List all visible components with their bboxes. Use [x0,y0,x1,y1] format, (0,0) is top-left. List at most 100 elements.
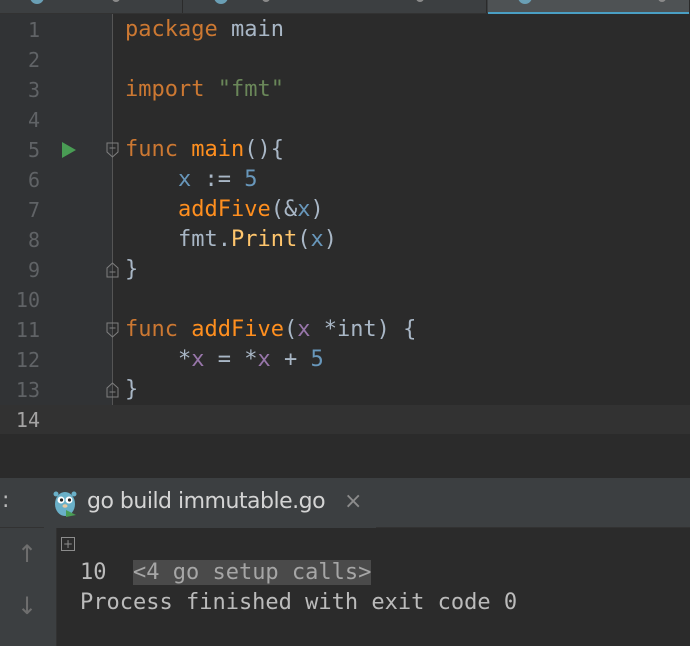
code-token: func [125,137,178,162]
code-text: package main [125,15,284,45]
code-text: x := 5 [125,165,257,195]
code-token: ) [310,197,324,222]
code-token: "fmt" [217,77,284,102]
run-panel-title-fragment: : [2,488,10,513]
code-token: x [297,317,311,342]
fold-close-icon[interactable] [106,382,119,398]
code-text: } [125,375,138,405]
run-icon[interactable] [62,142,76,158]
code-line[interactable]: 14 [0,405,690,435]
run-config-tab[interactable]: go build immutable.go × [44,478,376,528]
gopher-file-icon [30,0,44,4]
tab-label-fragment [262,0,270,2]
code-token: = * [204,347,258,372]
editor-empty-area[interactable] [0,434,690,478]
line-number: 13 [15,378,40,402]
code-text: func main(){ [125,135,284,165]
code-token: x [191,347,205,372]
console-exit-line: Process finished with exit code 0 [80,590,518,615]
code-token: 5 [244,167,258,192]
gopher-file-icon [518,0,532,4]
code-token: * [125,347,192,372]
line-number: 1 [27,18,40,42]
down-arrow-icon[interactable]: ↓ [17,592,37,620]
code-token: } [125,257,139,282]
code-token: 5 [310,347,324,372]
editor-tab[interactable] [0,0,183,13]
console-line-setup: <4 go setup calls> [80,528,372,585]
run-panel-header: : go build immutable.go × [0,478,690,528]
code-line[interactable]: 11 func addFive(x *int) { [0,315,690,345]
code-line[interactable]: 7 addFive(&x) [0,195,690,225]
code-token: ( [297,227,311,252]
code-token: x [177,167,192,192]
tab-label-fragment [416,0,424,2]
code-token: *int) { [310,317,417,342]
code-text: *x = *x + 5 [125,345,324,375]
close-icon[interactable]: × [344,491,362,513]
code-line[interactable]: 4 [0,105,690,135]
code-token: + [270,347,311,372]
code-line[interactable]: 13} [0,375,690,405]
code-line[interactable]: 8 fmt.Print(x) [0,225,690,255]
code-token: package [125,17,218,42]
code-token: Print [230,227,298,252]
code-token: fmt. [125,227,231,252]
fold-close-icon[interactable] [106,262,119,278]
code-line[interactable]: 9} [0,255,690,285]
gopher-file-icon [214,0,228,4]
code-token: import [125,77,205,102]
code-token: (){ [244,137,284,162]
code-line[interactable]: 10 [0,285,690,315]
setup-calls-fold[interactable]: <4 go setup calls> [132,560,372,585]
line-number: 2 [27,48,40,72]
code-line[interactable]: 2 [0,45,690,75]
line-number: 9 [27,258,40,282]
code-text: fmt.Print(x) [125,225,337,255]
code-text: addFive(&x) [125,195,324,225]
code-token: (& [270,197,298,222]
fold-open-icon[interactable] [106,322,119,338]
tab-label-fragment [112,0,120,2]
code-line[interactable]: 3 import "fmt" [0,75,690,105]
code-token: ) [323,227,337,252]
line-number: 7 [27,198,40,222]
code-text: import "fmt" [125,75,284,105]
tab-label-fragment [658,0,666,2]
fold-open-icon[interactable] [106,142,119,158]
editor-tab-active[interactable] [488,0,690,15]
code-line[interactable]: 1 package main [0,15,690,45]
console-output-line: 10 [80,560,107,585]
console-toolbar: ↑ ↓ [0,528,57,646]
code-text: } [125,255,138,285]
line-number: 10 [15,288,40,312]
expand-icon[interactable]: + [61,537,75,551]
code-line[interactable]: 12 *x = *x + 5 [0,345,690,375]
code-token: addFive [191,317,284,342]
code-text: func addFive(x *int) { [125,315,416,345]
code-token: := [191,167,245,192]
code-editor[interactable]: 1 package main 2 3 import "fmt" 4 5 func main()… [0,14,690,435]
code-token: addFive [177,197,271,222]
up-arrow-icon[interactable]: ↑ [17,540,37,568]
run-console[interactable]: ↑ ↓ + <4 go setup calls> 10 Process fini… [0,528,690,646]
code-line[interactable]: 5 func main(){ [0,135,690,165]
code-token: x [310,227,324,252]
editor-tab[interactable] [184,0,487,13]
editor-tab-strip [0,0,690,15]
line-number: 4 [27,108,40,132]
code-token: func [125,317,178,342]
line-number: 5 [27,138,40,162]
run-tab-label: go build immutable.go [87,489,326,514]
code-token: main [191,137,245,162]
line-number: 14 [15,408,40,432]
line-number: 11 [15,318,40,342]
line-number: 6 [27,168,40,192]
code-token: ( [283,317,298,342]
code-line[interactable]: 6 x := 5 [0,165,690,195]
